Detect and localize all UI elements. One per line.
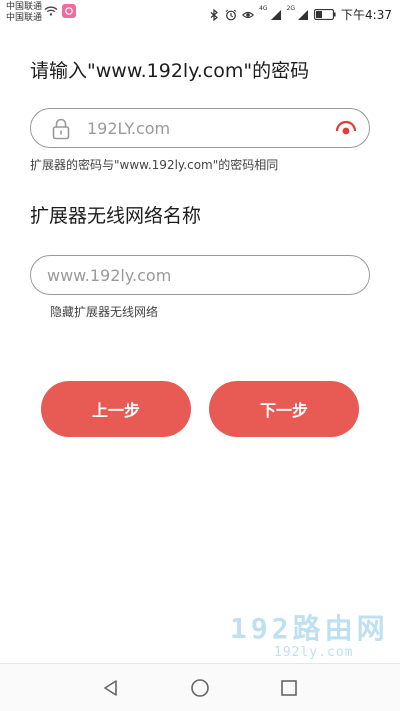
password-hint: 扩展器的密码与"www.192ly.com"的密码相同 <box>30 158 279 172</box>
eye-care-icon <box>242 11 255 18</box>
password-title: 请输入"www.192ly.com"的密码 <box>30 60 310 82</box>
ssid-value: www.192ly.com <box>47 266 172 285</box>
hide-ssid-option[interactable]: 隐藏扩展器无线网络 <box>50 303 158 320</box>
carrier-1: 中国联通 <box>6 2 43 12</box>
watermark-logo: 192路由网 <box>230 612 389 645</box>
bluetooth-icon <box>210 8 219 21</box>
clock: 下午4:37 <box>341 8 392 22</box>
signal-icon <box>270 9 281 20</box>
network-badge-2: 2G <box>286 5 296 12</box>
carrier-labels: 中国联通 中国联通 <box>6 2 42 24</box>
network-badge-1: 4G <box>259 5 268 12</box>
back-icon[interactable] <box>101 678 121 698</box>
wifi-icon <box>44 6 58 16</box>
lock-icon <box>52 118 70 140</box>
app-notification-icon <box>62 4 76 18</box>
navigation-bar <box>0 663 400 711</box>
password-field[interactable]: 192LY.com <box>30 108 370 148</box>
next-step-button[interactable]: 下一步 <box>209 381 359 437</box>
carrier-2: 中国联通 <box>6 13 43 23</box>
status-left-icons <box>44 4 76 18</box>
ssid-title: 扩展器无线网络名称 <box>30 205 202 227</box>
ssid-field[interactable]: www.192ly.com <box>30 255 370 295</box>
status-bar: 中国联通 中国联通 4G 2G 下午4:37 <box>0 0 400 28</box>
battery-icon <box>314 9 336 20</box>
alarm-icon <box>225 9 237 20</box>
password-value: 192LY.com <box>87 119 171 138</box>
status-right-icons: 4G 2G 下午4:37 <box>208 6 392 23</box>
recents-icon[interactable] <box>279 678 299 698</box>
show-password-icon[interactable] <box>335 121 357 137</box>
home-icon[interactable] <box>190 678 210 698</box>
watermark-url: 192ly.com <box>274 645 354 660</box>
signal-icon-2 <box>298 9 309 20</box>
prev-step-button[interactable]: 上一步 <box>41 381 191 437</box>
